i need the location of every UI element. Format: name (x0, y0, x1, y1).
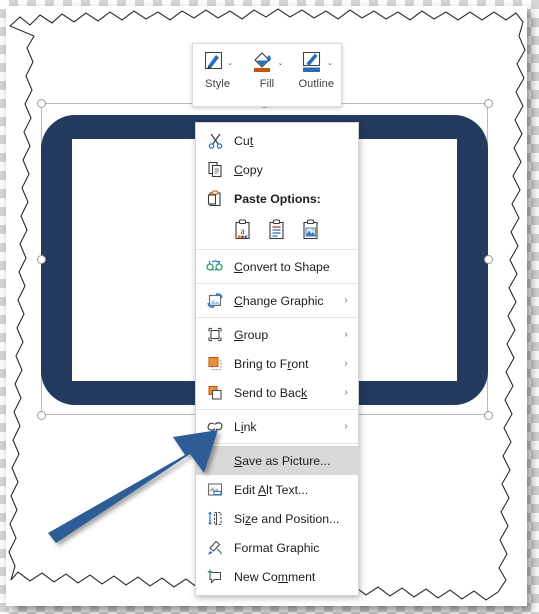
bring-to-front-icon (202, 354, 228, 374)
menu-item-paste-options-label: Paste Options: (234, 191, 321, 206)
menu-item-copy-label: Copy (234, 162, 263, 177)
mini-toolbar-style-button[interactable]: ⌄ Style (195, 49, 241, 90)
screenshot-stage: ⌄ Style ⌄ Fill ⌄ Outline Cut Copy Paste … (0, 0, 539, 614)
menu-item-send-to-back[interactable]: Send to Back › (196, 378, 358, 407)
menu-item-convert-to-shape-label: Convert to Shape (234, 259, 330, 274)
menu-item-edit-alt-text-label: Edit Alt Text... (234, 482, 309, 497)
menu-item-cut-label: Cut (234, 133, 254, 148)
mini-floating-toolbar[interactable]: ⌄ Style ⌄ Fill ⌄ Outline (192, 43, 342, 107)
menu-item-change-graphic[interactable]: Change Graphic › (196, 286, 358, 315)
selection-handle-top-right[interactable] (484, 99, 493, 108)
mini-toolbar-outline-button[interactable]: ⌄ Outline (293, 49, 339, 90)
outline-chevron-down-icon[interactable]: ⌄ (327, 60, 333, 67)
shape-style-icon (202, 49, 226, 78)
fill-glyph-row: ⌄ (251, 49, 284, 78)
selection-handle-middle-left[interactable] (37, 255, 46, 264)
menu-item-change-graphic-submenu-arrow[interactable]: › (338, 295, 354, 306)
menu-item-copy[interactable]: Copy (196, 155, 358, 184)
menu-item-bring-to-front-label: Bring to Front (234, 356, 309, 371)
menu-item-bring-to-front-submenu-arrow[interactable]: › (338, 358, 354, 369)
fill-bucket-icon (251, 49, 277, 78)
selection-handle-bottom-left[interactable] (37, 411, 46, 420)
selection-handle-middle-right[interactable] (484, 255, 493, 264)
menu-item-group-label: Group (234, 327, 269, 342)
new-comment-icon (202, 567, 228, 587)
mini-toolbar-fill-button[interactable]: ⌄ Fill (244, 49, 290, 90)
menu-item-group-submenu-arrow[interactable]: › (338, 329, 354, 340)
menu-divider-3 (196, 317, 358, 318)
menu-item-bring-to-front[interactable]: Bring to Front › (196, 349, 358, 378)
convert-to-shape-icon (202, 257, 228, 277)
menu-item-change-graphic-label: Change Graphic (234, 293, 324, 308)
paste-options-icon-row[interactable]: a (196, 213, 358, 247)
paste-picture-icon[interactable] (300, 218, 322, 242)
menu-item-send-to-back-submenu-arrow[interactable]: › (338, 387, 354, 398)
fill-chevron-down-icon[interactable]: ⌄ (278, 60, 284, 67)
scissors-icon (202, 131, 228, 151)
menu-item-size-and-position-label: Size and Position... (234, 511, 340, 526)
menu-item-cut[interactable]: Cut (196, 126, 358, 155)
menu-item-save-as-picture-label: Save as Picture... (234, 453, 331, 468)
style-chevron-down-icon[interactable]: ⌄ (227, 60, 233, 67)
mini-toolbar-fill-label: Fill (259, 78, 275, 90)
menu-item-convert-to-shape[interactable]: Convert to Shape (196, 252, 358, 281)
mini-toolbar-style-label: Style (205, 78, 231, 90)
change-graphic-icon (202, 291, 228, 311)
menu-item-link-submenu-arrow[interactable]: › (338, 421, 354, 432)
style-glyph-row: ⌄ (202, 49, 233, 77)
menu-divider-4 (196, 409, 358, 410)
menu-item-new-comment[interactable]: New Comment (196, 562, 358, 591)
menu-divider-2 (196, 283, 358, 284)
outline-glyph-row: ⌄ (300, 49, 333, 77)
menu-item-new-comment-label: New Comment (234, 569, 316, 584)
send-to-back-icon (202, 383, 228, 403)
copy-pages-icon (202, 160, 228, 180)
selection-handle-top-left[interactable] (37, 99, 46, 108)
mini-toolbar-outline-label: Outline (298, 78, 335, 90)
svg-text:a: a (241, 226, 245, 236)
menu-item-group[interactable]: Group › (196, 320, 358, 349)
menu-item-send-to-back-label: Send to Back (234, 385, 308, 400)
menu-item-paste-options: Paste Options: (196, 184, 358, 213)
menu-divider-1 (196, 249, 358, 250)
menu-item-format-graphic-label: Format Graphic (234, 540, 320, 555)
group-icon (202, 325, 228, 345)
clipboard-icon (202, 189, 228, 209)
paste-keep-text-only-icon[interactable] (266, 218, 288, 242)
outline-pencil-icon (300, 49, 326, 78)
menu-item-link-label: Link (234, 419, 257, 434)
paste-keep-source-formatting-icon[interactable]: a (232, 218, 254, 242)
pointer-arrow (42, 425, 242, 555)
selection-handle-bottom-right[interactable] (484, 411, 493, 420)
